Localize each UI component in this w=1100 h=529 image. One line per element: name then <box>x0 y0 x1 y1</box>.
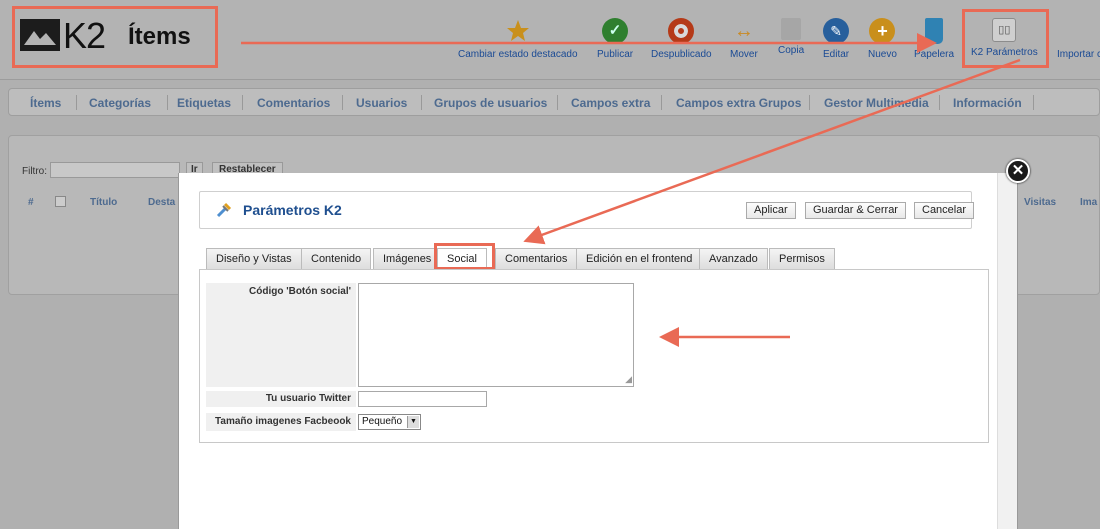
subnav-item-user-groups[interactable]: Grupos de usuarios <box>434 96 547 110</box>
twitter-username-input[interactable] <box>358 391 487 407</box>
tab-layout-views[interactable]: Diseño y Vistas <box>206 248 302 270</box>
edit-icon: ✎ <box>823 18 850 44</box>
subnav-divider <box>1033 95 1034 110</box>
featured-toggle-button[interactable]: Cambiar estado destacado <box>458 18 578 60</box>
subnav-item-users[interactable]: Usuarios <box>356 96 407 110</box>
subnav-item-information[interactable]: Información <box>953 96 1022 110</box>
modal-close-button[interactable]: ✕ <box>1006 159 1030 183</box>
subnav-divider <box>167 95 168 110</box>
tools-icon <box>216 202 232 218</box>
subnav-divider <box>421 95 422 110</box>
tab-content[interactable]: Contenido <box>301 248 372 270</box>
tab-comments[interactable]: Comentarios <box>495 248 578 270</box>
move-label: Mover <box>730 49 758 60</box>
filter-input[interactable] <box>50 162 180 178</box>
tab-images[interactable]: Imágenes <box>373 248 442 270</box>
modal-title: Parámetros K2 <box>243 202 342 218</box>
chevron-down-icon: ▼ <box>407 416 419 428</box>
column-header-featured[interactable]: Desta <box>148 197 175 208</box>
k2-logo-icon <box>20 19 60 51</box>
toolbar: K2 Ítems Cambiar estado destacado ✓ Publ… <box>0 0 1100 80</box>
subnav-divider <box>661 95 662 110</box>
publish-button[interactable]: ✓ Publicar <box>597 18 633 60</box>
apply-button[interactable]: Aplicar <box>746 202 796 219</box>
subnav-divider <box>557 95 558 110</box>
k2-params-button[interactable]: ▯▯ K2 Parámetros <box>971 18 1038 58</box>
unpublish-label: Despublicado <box>651 49 712 60</box>
new-button[interactable]: + Nuevo <box>868 18 897 60</box>
column-header-image[interactable]: Ima <box>1080 197 1097 208</box>
trash-button[interactable]: Papelera <box>914 18 954 60</box>
facebook-image-size-value: Pequeño <box>362 416 403 427</box>
publish-label: Publicar <box>597 49 634 60</box>
filter-label: Filtro: <box>22 166 47 177</box>
modal-content: Parámetros K2 Aplicar Guardar & Cerrar C… <box>179 173 997 529</box>
close-icon: ✕ <box>1011 162 1025 179</box>
subnav-divider <box>242 95 243 110</box>
subnav-item-media-manager[interactable]: Gestor Multimedia <box>824 96 929 110</box>
settings-icon: ▯▯ <box>992 18 1017 42</box>
featured-toggle-label: Cambiar estado destacado <box>458 49 578 60</box>
twitter-username-label: Tu usuario Twitter <box>206 391 356 407</box>
k2-params-modal: Parámetros K2 Aplicar Guardar & Cerrar C… <box>178 173 1018 529</box>
k2-subnav: Ítems Categorías Etiquetas Comentarios U… <box>8 88 1100 116</box>
column-header-title[interactable]: Título <box>90 197 117 208</box>
k2-params-label: K2 Parámetros <box>971 47 1038 58</box>
trash-icon <box>925 18 944 44</box>
modal-scrollbar[interactable] <box>997 173 1017 529</box>
subnav-item-tags[interactable]: Etiquetas <box>177 96 231 110</box>
social-tab-highlight-box <box>434 243 495 270</box>
subnav-item-comments[interactable]: Comentarios <box>257 96 330 110</box>
check-icon: ✓ <box>602 18 629 44</box>
page-title: Ítems <box>128 23 191 50</box>
subnav-item-extra-fields[interactable]: Campos extra <box>571 96 650 110</box>
subnav-divider <box>939 95 940 110</box>
edit-label: Editar <box>823 49 850 60</box>
trash-label: Papelera <box>914 49 955 60</box>
save-close-button[interactable]: Guardar & Cerrar <box>805 202 906 219</box>
resize-grip-icon[interactable]: ◢ <box>625 374 632 385</box>
new-label: Nuevo <box>868 49 897 60</box>
subnav-item-items[interactable]: Ítems <box>30 96 61 110</box>
social-button-code-label: Código 'Botón social' <box>206 283 356 387</box>
move-icon: ↔ <box>733 20 754 42</box>
move-button[interactable]: ↔ Mover <box>730 18 758 60</box>
copy-button[interactable]: Copia <box>778 18 804 56</box>
unpublish-icon <box>668 18 695 44</box>
cancel-button[interactable]: Cancelar <box>914 202 975 219</box>
subnav-divider <box>809 95 810 110</box>
social-button-code-textarea[interactable]: ◢ <box>358 283 634 387</box>
modal-header: Parámetros K2 Aplicar Guardar & Cerrar C… <box>199 191 975 229</box>
import-button[interactable]: Importar c <box>1057 49 1100 60</box>
star-icon <box>505 18 531 44</box>
column-header-number: # <box>28 197 34 208</box>
subnav-item-categories[interactable]: Categorías <box>89 96 151 110</box>
select-all-checkbox[interactable] <box>55 196 66 207</box>
import-label: Importar c <box>1057 49 1100 60</box>
subnav-divider <box>342 95 343 110</box>
copy-label: Copia <box>778 45 805 56</box>
edit-button[interactable]: ✎ Editar <box>823 18 849 60</box>
subnav-divider <box>76 95 77 110</box>
column-header-hits[interactable]: Visitas <box>1024 197 1056 208</box>
logo-text: K2 <box>63 15 106 56</box>
copy-icon <box>781 18 802 40</box>
tab-permissions[interactable]: Permisos <box>769 248 835 270</box>
facebook-image-size-label: Tamaño imagenes Facbeook <box>206 413 356 431</box>
facebook-image-size-select[interactable]: Pequeño ▼ <box>358 414 421 430</box>
plus-icon: + <box>869 18 896 44</box>
unpublish-button[interactable]: Despublicado <box>651 18 712 60</box>
tab-frontend-editing[interactable]: Edición en el frontend <box>576 248 703 270</box>
tab-advanced[interactable]: Avanzado <box>699 248 768 270</box>
subnav-item-extra-field-groups[interactable]: Campos extra Grupos <box>676 96 801 110</box>
